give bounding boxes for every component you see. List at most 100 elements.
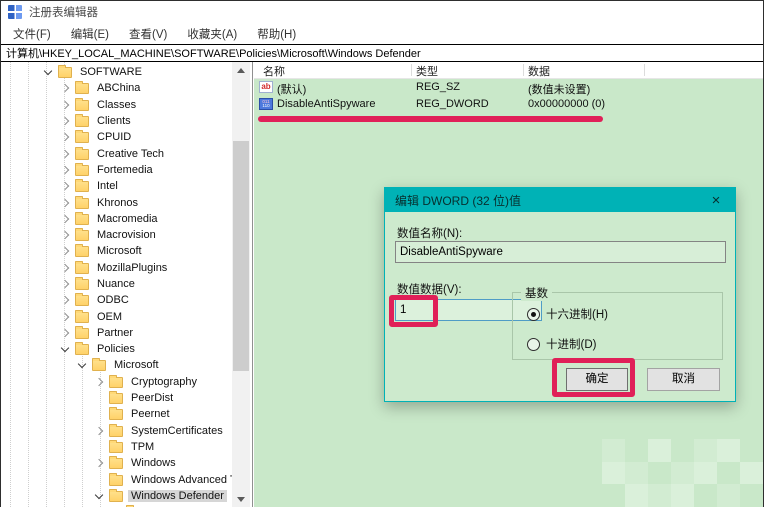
tree-item-label[interactable]: MozillaPlugins bbox=[94, 262, 170, 274]
tree-item-label[interactable]: Policies bbox=[94, 343, 138, 355]
chevron-down-icon[interactable] bbox=[92, 489, 107, 503]
chevron-right-icon[interactable] bbox=[58, 326, 73, 340]
tree-item-label[interactable]: PeerDist bbox=[128, 392, 176, 404]
tree-item[interactable]: ABChina bbox=[1, 80, 232, 96]
tree-item-label[interactable]: Windows Defender bbox=[128, 490, 227, 502]
chevron-right-icon[interactable] bbox=[58, 114, 73, 128]
tree-item-label[interactable]: ODBC bbox=[94, 294, 132, 306]
tree-item-label[interactable]: CPUID bbox=[94, 131, 134, 143]
tree-item[interactable]: Fortemedia bbox=[1, 162, 232, 178]
tree-item[interactable]: ODBC bbox=[1, 292, 232, 308]
value-row[interactable]: DisableAntiSpywareREG_DWORD0x00000000 (0… bbox=[254, 96, 763, 113]
tree-item-label[interactable]: Clients bbox=[94, 115, 134, 127]
tree-item-label[interactable]: Macromedia bbox=[94, 213, 161, 225]
tree-item[interactable]: PeerDist bbox=[1, 390, 232, 406]
chevron-right-icon[interactable] bbox=[58, 81, 73, 95]
tree-item-label[interactable]: OEM bbox=[94, 311, 125, 323]
tree-item[interactable]: MozillaPlugins bbox=[1, 260, 232, 276]
value-name-field[interactable] bbox=[395, 241, 726, 263]
tree-item-label[interactable]: Windows Advanced Th bbox=[128, 474, 232, 486]
tree-item[interactable]: Clients bbox=[1, 113, 232, 129]
chevron-right-icon[interactable] bbox=[92, 424, 107, 438]
column-separator[interactable] bbox=[411, 64, 412, 76]
tree-item[interactable]: Nuance bbox=[1, 276, 232, 292]
tree-item[interactable]: Microsoft bbox=[1, 243, 232, 259]
tree-item[interactable]: Windows Defender bbox=[1, 488, 232, 504]
tree-item-label[interactable]: Intel bbox=[94, 180, 121, 192]
tree-item-label[interactable]: TPM bbox=[128, 441, 157, 453]
tree-item[interactable]: SystemCertificates bbox=[1, 423, 232, 439]
tree-item-label[interactable]: Creative Tech bbox=[94, 148, 167, 160]
chevron-right-icon[interactable] bbox=[58, 212, 73, 226]
chevron-right-icon[interactable] bbox=[58, 261, 73, 275]
tree-item[interactable]: Intel bbox=[1, 178, 232, 194]
tree-item-label[interactable]: Cryptography bbox=[128, 376, 200, 388]
menu-edit[interactable]: 编辑(E) bbox=[61, 24, 119, 44]
chevron-right-icon[interactable] bbox=[58, 277, 73, 291]
tree-item-label[interactable]: SystemCertificates bbox=[128, 425, 226, 437]
chevron-right-icon[interactable] bbox=[58, 244, 73, 258]
tree-item[interactable]: Creative Tech bbox=[1, 145, 232, 161]
tree-item-label[interactable]: Partner bbox=[94, 327, 136, 339]
menu-help[interactable]: 帮助(H) bbox=[247, 24, 306, 44]
chevron-right-icon[interactable] bbox=[58, 98, 73, 112]
tree-item[interactable]: Microsoft bbox=[1, 357, 232, 373]
tree-item[interactable]: Macrovision bbox=[1, 227, 232, 243]
chevron-right-icon[interactable] bbox=[92, 375, 107, 389]
tree-item[interactable]: Macromedia bbox=[1, 211, 232, 227]
menu-favorites[interactable]: 收藏夹(A) bbox=[177, 24, 247, 44]
tree-item-label[interactable]: Classes bbox=[94, 99, 139, 111]
tree-item-label[interactable]: Khronos bbox=[94, 197, 141, 209]
tree-item[interactable]: Windows Advanced Th bbox=[1, 471, 232, 487]
tree-item[interactable]: Policies bbox=[1, 341, 232, 357]
column-header-type[interactable]: 类型 bbox=[416, 63, 438, 79]
close-icon[interactable]: × bbox=[705, 193, 727, 208]
chevron-down-icon[interactable] bbox=[58, 342, 73, 356]
tree-item-label[interactable]: Fortemedia bbox=[94, 164, 156, 176]
tree-item[interactable]: Classes bbox=[1, 97, 232, 113]
column-separator[interactable] bbox=[523, 64, 524, 76]
value-row[interactable]: (默认)REG_SZ(数值未设置) bbox=[254, 79, 763, 96]
chevron-right-icon[interactable] bbox=[58, 293, 73, 307]
column-header-name[interactable]: 名称 bbox=[263, 63, 285, 79]
radio-hexadecimal[interactable]: 十六进制(H) bbox=[527, 306, 608, 322]
scroll-up-icon[interactable] bbox=[232, 62, 250, 79]
tree-item[interactable]: Windows bbox=[1, 455, 232, 471]
chevron-right-icon[interactable] bbox=[58, 310, 73, 324]
radio-decimal[interactable]: 十进制(D) bbox=[527, 336, 596, 352]
cancel-button[interactable]: 取消 bbox=[647, 368, 720, 391]
menu-file[interactable]: 文件(F) bbox=[3, 24, 61, 44]
chevron-down-icon[interactable] bbox=[41, 65, 56, 79]
tree-item-label[interactable]: Microsoft bbox=[111, 359, 162, 371]
tree-item[interactable]: OEM bbox=[1, 308, 232, 324]
chevron-right-icon[interactable] bbox=[58, 163, 73, 177]
chevron-right-icon[interactable] bbox=[58, 179, 73, 193]
tree-item[interactable]: Peernet bbox=[1, 406, 232, 422]
column-separator[interactable] bbox=[644, 64, 645, 76]
tree-item-label[interactable]: Microsoft bbox=[94, 245, 145, 257]
tree-item-label[interactable]: SOFTWARE bbox=[77, 66, 145, 78]
tree-item-label[interactable]: ABChina bbox=[94, 82, 143, 94]
address-input[interactable] bbox=[1, 45, 763, 61]
tree-item[interactable]: TPM bbox=[1, 439, 232, 455]
tree-item[interactable]: SOFTWARE bbox=[1, 64, 232, 80]
tree-item[interactable]: Cryptography bbox=[1, 374, 232, 390]
chevron-right-icon[interactable] bbox=[58, 130, 73, 144]
tree-item-label[interactable]: Macrovision bbox=[94, 229, 159, 241]
chevron-right-icon[interactable] bbox=[58, 196, 73, 210]
dialog-title-bar[interactable]: 编辑 DWORD (32 位)值 × bbox=[385, 188, 735, 212]
ok-button[interactable]: 确定 bbox=[566, 368, 628, 391]
menu-view[interactable]: 查看(V) bbox=[119, 24, 177, 44]
tree-item[interactable]: Partner bbox=[1, 325, 232, 341]
tree-item[interactable]: CPUID bbox=[1, 129, 232, 145]
scrollbar-thumb[interactable] bbox=[233, 141, 249, 371]
chevron-right-icon[interactable] bbox=[58, 147, 73, 161]
column-header-data[interactable]: 数据 bbox=[528, 63, 550, 79]
chevron-right-icon[interactable] bbox=[92, 456, 107, 470]
chevron-right-icon[interactable] bbox=[58, 228, 73, 242]
radio-selected-icon[interactable] bbox=[527, 308, 540, 321]
radio-unselected-icon[interactable] bbox=[527, 338, 540, 351]
scroll-down-icon[interactable] bbox=[232, 490, 250, 507]
tree-item-label[interactable]: Nuance bbox=[94, 278, 138, 290]
tree-item[interactable]: Khronos bbox=[1, 194, 232, 210]
